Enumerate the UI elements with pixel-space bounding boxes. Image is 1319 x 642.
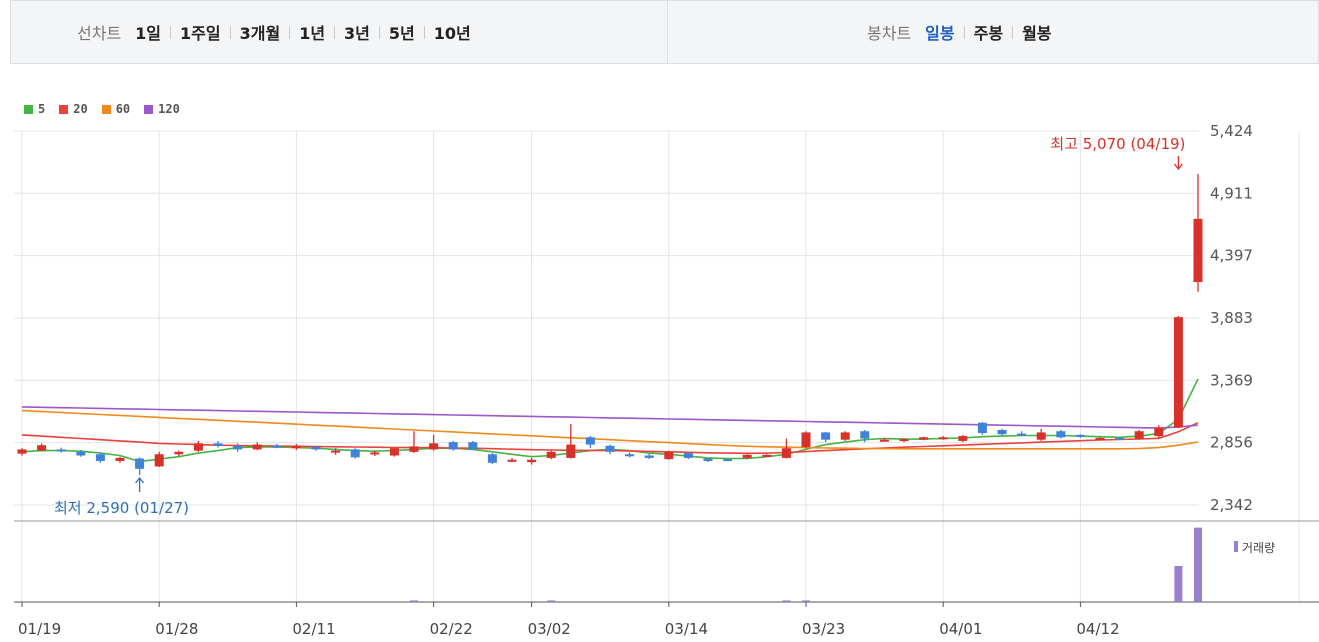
- y-tick-label: 2,342: [1210, 496, 1253, 514]
- candle-body: [605, 445, 615, 452]
- candle-body: [95, 454, 105, 461]
- x-tick-label: 03/14: [665, 620, 708, 638]
- candle-body: [448, 442, 458, 450]
- candle-body: [1036, 432, 1046, 440]
- candle-body: [762, 454, 772, 457]
- x-tick-label: 01/28: [155, 620, 198, 638]
- candle-body: [977, 422, 987, 434]
- y-tick-label: 3,369: [1210, 371, 1253, 389]
- volume-bar: [782, 600, 791, 602]
- volume-bar: [410, 600, 418, 602]
- candle-body: [17, 449, 27, 454]
- candle-body: [683, 453, 693, 458]
- candle-body: [56, 449, 66, 452]
- x-tick-label: 02/11: [292, 620, 335, 638]
- candle-body: [899, 439, 909, 442]
- candle-body: [350, 449, 360, 458]
- high-price-annotation: 최고 5,070 (04/19): [1050, 135, 1185, 153]
- candle-body: [1017, 433, 1027, 436]
- candle-body: [781, 448, 791, 458]
- candle-body: [1173, 317, 1183, 428]
- candle-body: [213, 443, 223, 446]
- candle-body: [233, 445, 243, 450]
- x-tick-label: 04/01: [939, 620, 982, 638]
- candle-body: [154, 454, 164, 467]
- volume-bar: [802, 600, 810, 602]
- candle-body: [860, 431, 870, 439]
- candle-body: [821, 432, 831, 440]
- candle-body: [742, 454, 752, 458]
- candle-body: [1075, 434, 1085, 437]
- x-tick-label: 03/02: [528, 620, 571, 638]
- candle-body: [1134, 431, 1144, 439]
- volume-bar: [547, 600, 556, 602]
- candle-body: [703, 458, 713, 461]
- candle-body: [429, 443, 439, 450]
- candle-body: [115, 457, 125, 461]
- candle-body: [919, 437, 929, 440]
- stock-chart: 5,424 4,911 4,397 3,883 3,369 2,856 2,342 01/19…: [14, 122, 1319, 638]
- candle-body: [193, 443, 203, 451]
- candle-body: [585, 437, 595, 445]
- volume-label: 거래량: [1242, 541, 1275, 555]
- candle-body: [958, 436, 968, 441]
- candle-body: [370, 452, 380, 455]
- candle-body: [174, 451, 184, 455]
- candle-body: [272, 445, 282, 448]
- volume-bar: [1174, 566, 1183, 602]
- y-tick-label: 4,911: [1210, 184, 1253, 202]
- candle-body: [1056, 431, 1066, 438]
- volume-bar: [1194, 527, 1202, 602]
- candle-body: [291, 445, 301, 449]
- candle-body: [546, 451, 556, 458]
- candle-body: [723, 459, 733, 462]
- x-tick-label: 04/12: [1076, 620, 1119, 638]
- candle-body: [487, 454, 497, 463]
- high-arrow: [1173, 156, 1183, 171]
- candle-body: [331, 450, 341, 453]
- candle-body: [1154, 427, 1164, 437]
- candle-body: [76, 451, 86, 456]
- candle-body: [527, 459, 537, 463]
- candle-body: [625, 454, 635, 457]
- candle-body: [938, 437, 948, 440]
- moving-average-line-120: [21, 406, 1199, 429]
- candle-body: [664, 451, 674, 460]
- candle-body: [389, 448, 399, 456]
- candle-body: [840, 432, 850, 440]
- candle-body: [801, 432, 811, 447]
- y-tick-label: 2,856: [1210, 434, 1253, 452]
- candle-body: [507, 459, 517, 462]
- candle-body: [879, 439, 889, 442]
- candle-body: [135, 458, 145, 469]
- y-tick-label: 3,883: [1210, 309, 1253, 327]
- y-tick-label: 5,424: [1210, 122, 1253, 140]
- candle-body: [468, 442, 478, 450]
- candle-body: [1115, 437, 1125, 440]
- candle-body: [252, 444, 262, 450]
- candle-body: [566, 444, 576, 458]
- x-tick-label: 01/19: [18, 620, 61, 638]
- candle-body: [37, 445, 47, 451]
- low-arrow: [135, 476, 145, 492]
- low-price-annotation: 최저 2,590 (01/27): [54, 499, 189, 517]
- x-tick-label: 02/22: [430, 620, 473, 638]
- candle-body: [644, 455, 654, 458]
- candle-body: [1193, 218, 1203, 282]
- candle-body: [1095, 437, 1105, 440]
- y-tick-label: 4,397: [1210, 247, 1253, 265]
- candle-body: [997, 430, 1007, 435]
- x-tick-label: 03/23: [802, 620, 845, 638]
- volume-legend-swatch: [1234, 541, 1238, 552]
- candle-body: [409, 446, 419, 452]
- candle-body: [311, 446, 321, 450]
